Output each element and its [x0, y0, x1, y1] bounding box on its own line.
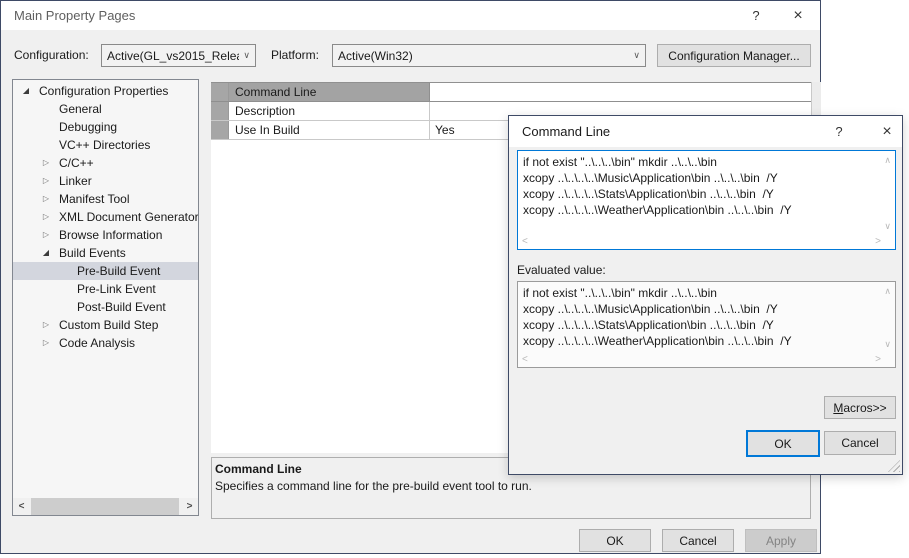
- scroll-up-icon[interactable]: ∧: [884, 287, 891, 296]
- close-icon: ×: [793, 7, 802, 25]
- resize-grip[interactable]: [888, 460, 900, 472]
- command-line-dialog: Command Line ? × if not exist "..\..\..\…: [508, 115, 903, 475]
- row-gutter: [211, 121, 229, 139]
- command-line-titlebar[interactable]: Command Line ? ×: [509, 116, 902, 147]
- expanded-arrow-icon[interactable]: ◢: [19, 82, 33, 100]
- close-icon: ×: [882, 123, 891, 141]
- collapsed-arrow-icon[interactable]: ▷: [39, 154, 53, 172]
- platform-label: Platform:: [271, 44, 319, 67]
- screenshot-canvas: Main Property Pages ? × Configuration: A…: [0, 0, 909, 558]
- ok-button[interactable]: OK: [746, 430, 820, 457]
- sidebar-item-linker[interactable]: ▷ Linker: [13, 172, 198, 190]
- cancel-button[interactable]: Cancel: [662, 529, 734, 552]
- chevron-down-icon: ∨: [243, 50, 250, 61]
- property-row-command-line[interactable]: Command Line: [211, 83, 811, 102]
- collapsed-arrow-icon[interactable]: ▷: [39, 226, 53, 244]
- ok-button[interactable]: OK: [579, 529, 651, 552]
- window-title: Main Property Pages: [14, 1, 135, 30]
- row-gutter: [211, 83, 229, 101]
- sidebar-item-vcpp-directories[interactable]: VC++ Directories: [13, 136, 198, 154]
- configuration-tree: ◢ Configuration Properties General Debug…: [12, 79, 199, 516]
- scroll-down-icon[interactable]: ∨: [884, 222, 891, 231]
- expanded-arrow-icon[interactable]: ◢: [39, 244, 53, 262]
- scroll-right-icon[interactable]: >: [875, 237, 881, 246]
- close-button[interactable]: ×: [872, 116, 902, 147]
- help-icon: ?: [752, 8, 759, 23]
- sidebar-item-browse-information[interactable]: ▷ Browse Information: [13, 226, 198, 244]
- help-button[interactable]: ?: [740, 1, 772, 30]
- scroll-left-icon[interactable]: <: [522, 355, 528, 364]
- platform-select[interactable]: Active(Win32) ∨: [332, 44, 646, 67]
- row-gutter: [211, 102, 229, 120]
- collapsed-arrow-icon[interactable]: ▷: [39, 190, 53, 208]
- collapsed-arrow-icon[interactable]: ▷: [39, 316, 53, 334]
- configuration-label: Configuration:: [14, 44, 89, 67]
- tree-horizontal-scrollbar[interactable]: < >: [13, 498, 198, 515]
- dialog-title: Command Line: [522, 116, 610, 147]
- sidebar-item-pre-link-event[interactable]: Pre-Link Event: [13, 280, 198, 298]
- macros-mnemonic: M: [833, 401, 843, 415]
- sidebar-item-configuration-properties[interactable]: ◢ Configuration Properties: [13, 82, 198, 100]
- macros-button[interactable]: Macros>>: [824, 396, 896, 419]
- description-text: Specifies a command line for the pre-bui…: [215, 479, 804, 493]
- collapsed-arrow-icon[interactable]: ▷: [39, 172, 53, 190]
- property-value-command-line[interactable]: [430, 83, 811, 101]
- scroll-right-icon[interactable]: >: [181, 498, 198, 515]
- cancel-button[interactable]: Cancel: [824, 431, 896, 455]
- evaluated-value-label: Evaluated value:: [517, 262, 606, 278]
- sidebar-item-debugging[interactable]: Debugging: [13, 118, 198, 136]
- help-icon: ?: [835, 124, 842, 139]
- configuration-value: Active(GL_vs2015_Release: [107, 49, 239, 63]
- scroll-up-icon[interactable]: ∧: [884, 156, 891, 165]
- close-button[interactable]: ×: [782, 1, 814, 30]
- evaluated-value-box: if not exist "..\..\..\bin" mkdir ..\..\…: [517, 281, 896, 368]
- sidebar-item-custom-build-step[interactable]: ▷ Custom Build Step: [13, 316, 198, 334]
- chevron-down-icon: ∨: [633, 50, 640, 61]
- command-line-textbox[interactable]: if not exist "..\..\..\bin" mkdir ..\..\…: [517, 150, 896, 250]
- sidebar-item-manifest-tool[interactable]: ▷ Manifest Tool: [13, 190, 198, 208]
- platform-value: Active(Win32): [338, 49, 629, 63]
- collapsed-arrow-icon[interactable]: ▷: [39, 208, 53, 226]
- scroll-left-icon[interactable]: <: [522, 237, 528, 246]
- configuration-manager-button[interactable]: Configuration Manager...: [657, 44, 811, 67]
- tree-scrollbar-thumb[interactable]: [31, 498, 179, 515]
- sidebar-item-post-build-event[interactable]: Post-Build Event: [13, 298, 198, 316]
- evaluated-value-text: if not exist "..\..\..\bin" mkdir ..\..\…: [518, 282, 881, 349]
- configuration-select[interactable]: Active(GL_vs2015_Release ∨: [101, 44, 256, 67]
- sidebar-item-pre-build-event[interactable]: Pre-Build Event: [13, 262, 198, 280]
- sidebar-item-code-analysis[interactable]: ▷ Code Analysis: [13, 334, 198, 352]
- sidebar-item-xml-document-generator[interactable]: ▷ XML Document Generator: [13, 208, 198, 226]
- apply-button: Apply: [745, 529, 817, 552]
- scroll-left-icon[interactable]: <: [13, 498, 30, 515]
- sidebar-item-build-events[interactable]: ◢ Build Events: [13, 244, 198, 262]
- scroll-down-icon[interactable]: ∨: [884, 340, 891, 349]
- command-line-text[interactable]: if not exist "..\..\..\bin" mkdir ..\..\…: [518, 151, 881, 218]
- sidebar-item-c-cpp[interactable]: ▷ C/C++: [13, 154, 198, 172]
- help-button[interactable]: ?: [824, 116, 854, 147]
- main-titlebar[interactable]: Main Property Pages ? ×: [1, 1, 820, 30]
- collapsed-arrow-icon[interactable]: ▷: [39, 334, 53, 352]
- sidebar-item-general[interactable]: General: [13, 100, 198, 118]
- scroll-right-icon[interactable]: >: [875, 355, 881, 364]
